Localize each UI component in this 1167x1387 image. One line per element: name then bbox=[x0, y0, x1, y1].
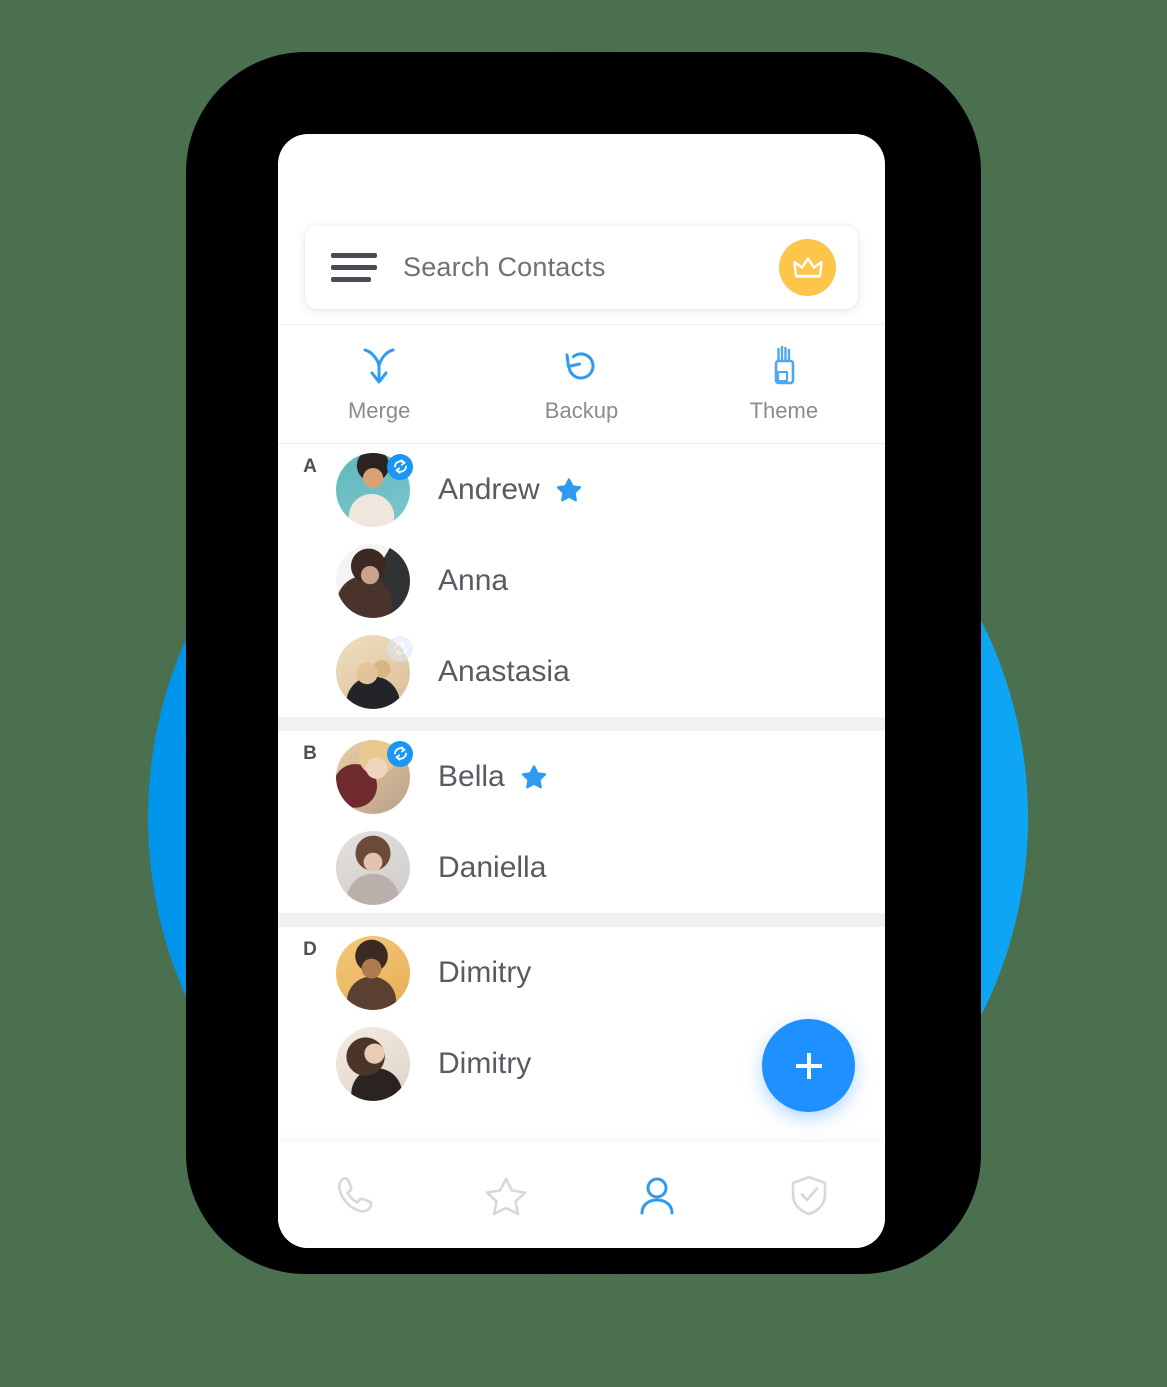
avatar[interactable] bbox=[336, 634, 413, 709]
contact-name: Daniella bbox=[438, 851, 546, 885]
sync-status-badge bbox=[387, 740, 413, 767]
photo-anna bbox=[336, 543, 410, 618]
sync-icon bbox=[393, 746, 407, 761]
search-bar[interactable]: Search Contacts bbox=[305, 226, 858, 309]
quick-actions-toolbar: Merge Backup Theme bbox=[278, 324, 885, 444]
sync-icon bbox=[393, 641, 407, 656]
person-icon bbox=[640, 1177, 674, 1215]
toolbar-label-merge: Merge bbox=[347, 397, 411, 423]
phone-icon bbox=[337, 1176, 373, 1213]
sync-status-badge bbox=[387, 453, 413, 480]
contact-name: Bella bbox=[438, 760, 547, 794]
contact-name-text: Anastasia bbox=[438, 654, 570, 688]
toolbar-item-backup[interactable]: Backup bbox=[480, 345, 682, 424]
contact-name: Anastasia bbox=[438, 655, 570, 689]
toolbar-label-theme: Theme bbox=[749, 397, 819, 423]
favorite-star-icon bbox=[556, 477, 581, 501]
plus-icon bbox=[795, 1052, 822, 1079]
phone-screen: Search Contacts Merge Backup Theme A And… bbox=[278, 134, 885, 1248]
photo-daniella bbox=[336, 830, 410, 905]
section-letter: B bbox=[303, 743, 317, 764]
toolbar-item-theme[interactable]: Theme bbox=[683, 345, 885, 424]
search-bar-container: Search Contacts bbox=[305, 226, 858, 309]
contact-row[interactable]: Daniella bbox=[278, 822, 885, 913]
paint-brushes-icon bbox=[767, 345, 801, 387]
section-separator bbox=[278, 913, 885, 927]
nav-item-favorites[interactable] bbox=[430, 1169, 582, 1221]
contact-name-text: Dimitry bbox=[438, 1046, 532, 1080]
star-outline-icon bbox=[485, 1177, 526, 1216]
contact-name-text: Bella bbox=[438, 759, 505, 793]
contact-row[interactable]: Anastasia bbox=[278, 626, 885, 717]
contact-name: Andrew bbox=[438, 473, 582, 507]
photo-dimitry-1 bbox=[336, 935, 410, 1010]
favorite-star[interactable] bbox=[556, 477, 582, 503]
toolbar-label-backup: Backup bbox=[544, 397, 619, 423]
nav-item-security[interactable] bbox=[733, 1169, 885, 1221]
contact-row[interactable]: Anna bbox=[278, 535, 885, 626]
premium-crown-button[interactable] bbox=[779, 239, 836, 296]
section-separator bbox=[278, 717, 885, 731]
favorite-star-icon bbox=[521, 764, 546, 788]
contact-name: Anna bbox=[438, 564, 508, 598]
favorite-star[interactable] bbox=[521, 764, 547, 790]
contact-row[interactable]: A Andrew bbox=[278, 444, 885, 535]
avatar[interactable] bbox=[336, 830, 410, 905]
nav-item-contacts[interactable] bbox=[582, 1169, 734, 1221]
contact-row[interactable]: D Dimitry bbox=[278, 927, 885, 1018]
toolbar-item-merge[interactable]: Merge bbox=[278, 345, 480, 424]
merge-arrow-icon bbox=[361, 345, 397, 387]
avatar[interactable] bbox=[336, 935, 410, 1010]
restore-backup-icon bbox=[561, 345, 601, 387]
section-letter: A bbox=[303, 456, 317, 477]
avatar[interactable] bbox=[336, 543, 410, 618]
sync-status-badge bbox=[387, 635, 413, 662]
contact-name-text: Anna bbox=[438, 563, 509, 597]
hamburger-menu-icon[interactable] bbox=[331, 253, 377, 282]
bottom-navigation bbox=[278, 1142, 885, 1248]
contact-name-text: Andrew bbox=[438, 472, 540, 506]
photo-dimitry-2 bbox=[336, 1026, 410, 1101]
section-letter: D bbox=[303, 939, 317, 960]
contact-name: Dimitry bbox=[438, 956, 531, 990]
add-contact-fab[interactable] bbox=[762, 1019, 855, 1112]
avatar[interactable] bbox=[336, 1026, 410, 1101]
contact-name-text: Dimitry bbox=[438, 955, 532, 989]
contact-name: Dimitry bbox=[438, 1047, 531, 1081]
contact-row[interactable]: B Bella bbox=[278, 731, 885, 822]
sync-icon bbox=[393, 459, 407, 474]
crown-icon bbox=[792, 256, 823, 278]
contact-name-text: Daniella bbox=[438, 850, 547, 884]
nav-item-calls[interactable] bbox=[278, 1169, 430, 1221]
search-input[interactable]: Search Contacts bbox=[403, 252, 779, 283]
avatar[interactable] bbox=[336, 452, 413, 527]
shield-check-icon bbox=[791, 1175, 827, 1216]
avatar[interactable] bbox=[336, 739, 413, 814]
